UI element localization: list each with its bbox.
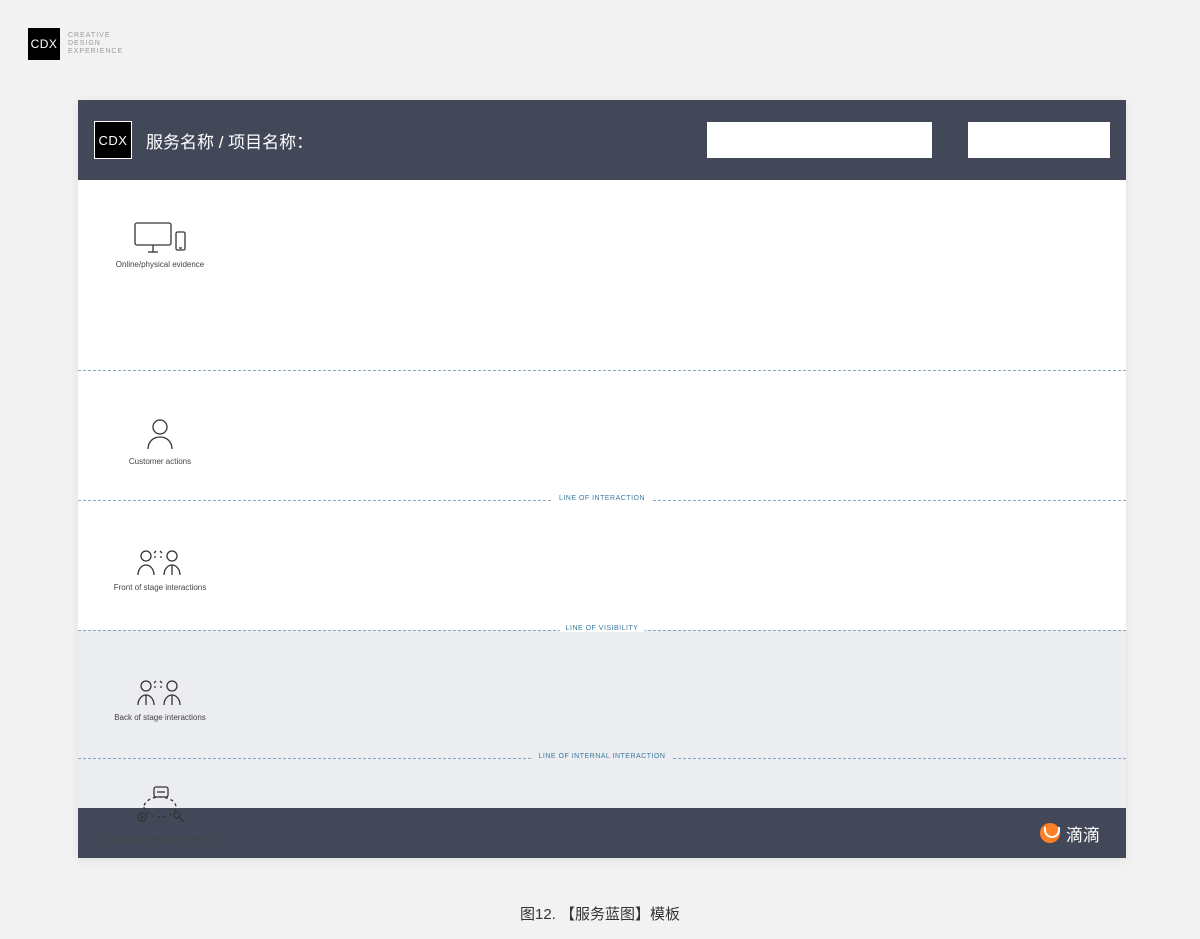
divider-interaction: LINE OF INTERACTION xyxy=(78,500,1126,501)
blueprint-template-card: CDX 服务名称 / 项目名称： Online/physical evid xyxy=(78,100,1126,858)
brand-text: CREATIVE DESIGN EXPERIENCE xyxy=(68,32,123,56)
divider-label: LINE OF INTERNAL INTERACTION xyxy=(533,753,672,760)
lane-customer-actions: Customer actions xyxy=(78,375,1126,501)
lane-label: Support processes & systems xyxy=(100,835,220,844)
brand-line-2: DESIGN xyxy=(68,40,123,48)
two-people-talk-icon xyxy=(100,677,220,707)
brand-badge-icon: CDX xyxy=(28,28,60,60)
lane-backstage: Back of stage interactions xyxy=(78,635,1126,761)
divider-label: LINE OF VISIBILITY xyxy=(560,625,645,632)
lane-label: Customer actions xyxy=(100,457,220,466)
card-header: CDX 服务名称 / 项目名称： xyxy=(78,100,1126,180)
process-cycle-icon xyxy=(100,785,220,829)
lane-label: Front of stage interactions xyxy=(100,583,220,592)
person-icon xyxy=(100,417,220,451)
didi-logo-icon xyxy=(1040,823,1060,843)
divider-internal: LINE OF INTERNAL INTERACTION xyxy=(78,758,1126,759)
two-people-talk-icon xyxy=(100,547,220,577)
lane-label: Back of stage interactions xyxy=(100,713,220,722)
lane-label: Online/physical evidence xyxy=(100,260,220,269)
brand-line-1: CREATIVE xyxy=(68,32,123,40)
blueprint-lanes: Online/physical evidence Customer action… xyxy=(78,180,1126,808)
project-name-field[interactable] xyxy=(968,122,1110,158)
service-name-field[interactable] xyxy=(707,122,932,158)
header-title: 服务名称 / 项目名称： xyxy=(146,128,313,153)
divider-label: LINE OF INTERACTION xyxy=(553,495,651,502)
header-logo-icon: CDX xyxy=(94,121,132,159)
divider-plain xyxy=(78,370,1126,371)
brand-line-3: EXPERIENCE xyxy=(68,48,123,56)
divider-visibility: LINE OF VISIBILITY xyxy=(78,630,1126,631)
lane-support: Support processes & systems xyxy=(78,763,1126,863)
lane-evidence: Online/physical evidence xyxy=(78,180,1126,306)
figure-caption: 图12. 【服务蓝图】模板 xyxy=(0,903,1200,924)
monitor-device-icon xyxy=(100,222,220,254)
lane-frontstage: Front of stage interactions xyxy=(78,505,1126,631)
page-brand: CDX CREATIVE DESIGN EXPERIENCE xyxy=(28,28,123,60)
